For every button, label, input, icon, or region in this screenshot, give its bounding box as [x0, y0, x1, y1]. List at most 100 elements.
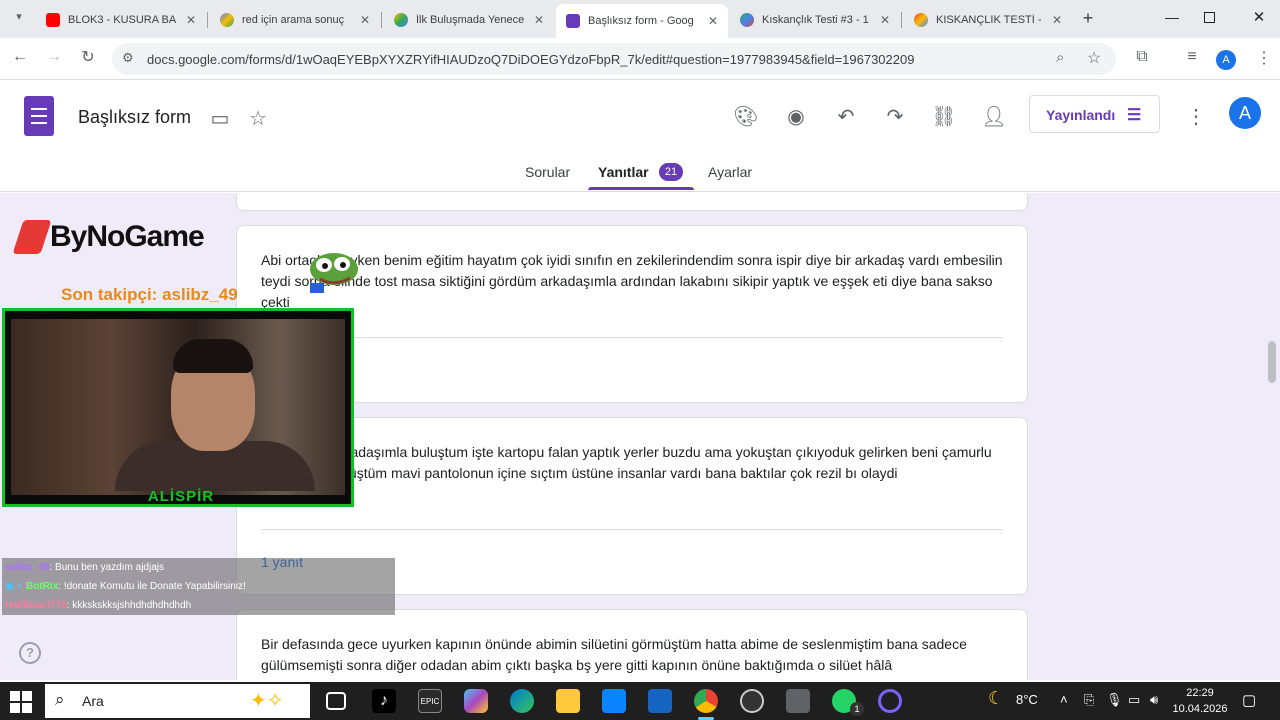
star-icon[interactable]: ☆ [245, 106, 271, 132]
add-collaborator-icon[interactable]: 👤︎ [981, 104, 1007, 130]
help-icon[interactable]: ? [19, 642, 41, 664]
close-icon[interactable]: ✕ [356, 13, 374, 27]
cortana-icon[interactable] [878, 689, 902, 713]
tab-youtube[interactable]: BLOK3 - KUSURA BA ✕ [36, 6, 206, 34]
browser-toolbar: ← → ↻ ⚙ docs.google.com/forms/d/1wOaqEYE… [0, 38, 1280, 80]
network-icon[interactable]: ▭ [1128, 692, 1140, 708]
account-avatar[interactable]: A [1229, 97, 1261, 129]
task-view-icon[interactable] [326, 692, 346, 710]
outlook-icon[interactable] [648, 689, 672, 713]
google-forms-logo[interactable] [24, 96, 54, 136]
notification-icon[interactable]: ▢ [1242, 691, 1256, 709]
folder-icon[interactable]: ▭ [207, 106, 233, 132]
profile-avatar[interactable]: A [1216, 50, 1236, 70]
chat-message: aslibz_49: Bunu ben yazdım ajdjajs [2, 558, 395, 577]
answer-text: Kışın evde arkadaşımla buluştum işte kar… [261, 444, 992, 481]
form-title[interactable]: Başlıksız form [78, 107, 191, 128]
response-card: Bir defasında gece uyurken kapının önünd… [236, 609, 1028, 680]
close-icon[interactable]: ✕ [1048, 13, 1066, 27]
meet-now-icon[interactable]: ⎘ [1084, 692, 1094, 708]
recorder-icon[interactable] [740, 689, 764, 713]
tiktok-icon[interactable]: ♪ [372, 689, 396, 713]
system-clock[interactable]: 22:29 10.04.2026 [1170, 685, 1230, 717]
edge-icon[interactable] [510, 689, 534, 713]
microphone-icon[interactable]: 🎙︎ [1106, 692, 1123, 708]
bot-badge-icon: ▣ ◐ [5, 581, 27, 592]
tab-forms-active[interactable]: Başlıksız form - Goog ✕ [556, 4, 728, 38]
palette-icon[interactable]: 🎨︎ [733, 104, 759, 130]
tab-ilk-bulusma[interactable]: İlk Buluşmada Yenece ✕ [384, 6, 554, 34]
undo-icon[interactable]: ↶ [833, 104, 859, 130]
response-count-badge: 21 [659, 163, 683, 181]
ai-icon [220, 13, 234, 27]
close-icon[interactable]: ✕ [530, 13, 548, 27]
windows-start-icon[interactable] [10, 691, 32, 713]
youtube-icon [46, 13, 60, 27]
whatsapp-badge: 1 [850, 702, 864, 716]
close-window-button[interactable]: ✕ [1247, 8, 1271, 26]
answer-text: Bir defasında gece uyurken kapının önünd… [261, 636, 967, 673]
active-tab-indicator [588, 187, 694, 190]
tab-search-dropdown[interactable]: ▾ [10, 10, 28, 28]
chat-message: ▣ ◐ BotRix: !donate Komutu ile Donate Ya… [2, 577, 395, 596]
webcam-feed: ALİSPİR [2, 308, 354, 507]
extensions-icon[interactable]: ⧉ [1130, 48, 1154, 66]
store-icon[interactable] [602, 689, 626, 713]
windows-taskbar: ⌕ Ara ✦✧ ♪ EPIC 1 ☾ 8°C ˄ ⎘ 🎙︎ ▭ 🔊︎ 22:2… [0, 682, 1280, 720]
streamer-name: ALİSPİR [147, 488, 215, 505]
tab-responses[interactable]: Yanıtlar [598, 164, 649, 180]
ai-icon [914, 13, 928, 27]
redo-icon[interactable]: ↷ [882, 104, 908, 130]
copilot-icon[interactable] [464, 689, 488, 713]
ai-icon [394, 13, 408, 27]
tab-kiskanclik[interactable]: KISKANÇLIK TESTİ - ✕ [904, 6, 1072, 34]
close-icon[interactable]: ✕ [704, 14, 722, 28]
url-text[interactable]: docs.google.com/forms/d/1wOaqEYEBpXYXZRY… [147, 52, 914, 67]
browser-menu-icon[interactable]: ⋮ [1252, 48, 1276, 68]
weather-temperature[interactable]: 8°C [1016, 692, 1038, 707]
bookmark-star-icon[interactable]: ☆ [1087, 48, 1101, 68]
forms-icon [566, 14, 580, 28]
publish-button[interactable]: Yayınlandı ☰ [1029, 95, 1160, 133]
scrollbar-thumb[interactable] [1268, 341, 1276, 383]
tray-chevron-icon[interactable]: ˄ [1060, 692, 1068, 707]
close-icon[interactable]: ✕ [876, 13, 894, 27]
copilot-sparkle-icon: ✦✧ [250, 690, 284, 712]
bynogame-logo: ByNoGame [12, 218, 208, 258]
tab-settings[interactable]: Ayarlar [708, 164, 752, 180]
volume-icon[interactable]: 🔊︎ [1150, 692, 1158, 708]
stream-chat: aslibz_49: Bunu ben yazdım ajdjajs ▣ ◐ B… [2, 558, 395, 615]
link-icon[interactable]: ⛓ [931, 104, 957, 130]
response-card-previous [236, 193, 1028, 211]
tab-questions[interactable]: Sorular [525, 164, 570, 180]
address-bar[interactable]: ⚙ docs.google.com/forms/d/1wOaqEYEBpXYXZ… [112, 43, 1116, 75]
tab-search[interactable]: red için arama sonuç ✕ [210, 6, 380, 34]
calculator-icon[interactable] [786, 689, 810, 713]
forward-icon[interactable]: → [42, 48, 66, 66]
more-menu-icon[interactable]: ⋮ [1183, 104, 1209, 130]
media-control-icon[interactable]: ≡ [1180, 48, 1204, 66]
forms-header: Başlıksız form ▭ ☆ 🎨︎ ◉ ↶ ↷ ⛓ 👤︎ Yayınla… [0, 80, 1280, 192]
new-tab-button[interactable]: + [1078, 8, 1098, 29]
reload-icon[interactable]: ↻ [76, 47, 100, 67]
file-explorer-icon[interactable] [556, 689, 580, 713]
site-info-icon[interactable]: ⚙ [122, 50, 134, 66]
epic-games-icon[interactable]: EPIC [418, 689, 442, 713]
close-icon[interactable]: ✕ [182, 13, 200, 27]
chat-message: Hallibasri776: kkkskskksjshhdhdhdhdhdh [2, 596, 395, 615]
browser-tab-strip: ▾ BLOK3 - KUSURA BA ✕ red için arama son… [0, 0, 1280, 38]
taskbar-search[interactable]: ⌕ Ara ✦✧ [45, 684, 310, 718]
tab-kiskanclik-3[interactable]: Kıskançlık Testi #3 - 1 ✕ [730, 6, 900, 34]
zoom-icon[interactable]: ⌕ [1056, 49, 1064, 66]
ai-icon [740, 13, 754, 27]
weather-moon-icon[interactable]: ☾ [988, 688, 1004, 709]
preview-eye-icon[interactable]: ◉ [783, 104, 809, 130]
chrome-icon[interactable] [694, 689, 718, 713]
back-icon[interactable]: ← [8, 48, 32, 66]
sliders-icon: ☰ [1127, 107, 1142, 124]
answer-text: Abi ortaokuldayken benim eğitim hayatım … [261, 252, 1003, 310]
minimize-button[interactable]: — [1160, 9, 1184, 25]
last-follower-label: Son takipçi: aslibz_49 [61, 285, 238, 304]
restore-button[interactable] [1204, 12, 1215, 23]
search-icon: ⌕ [55, 690, 65, 709]
